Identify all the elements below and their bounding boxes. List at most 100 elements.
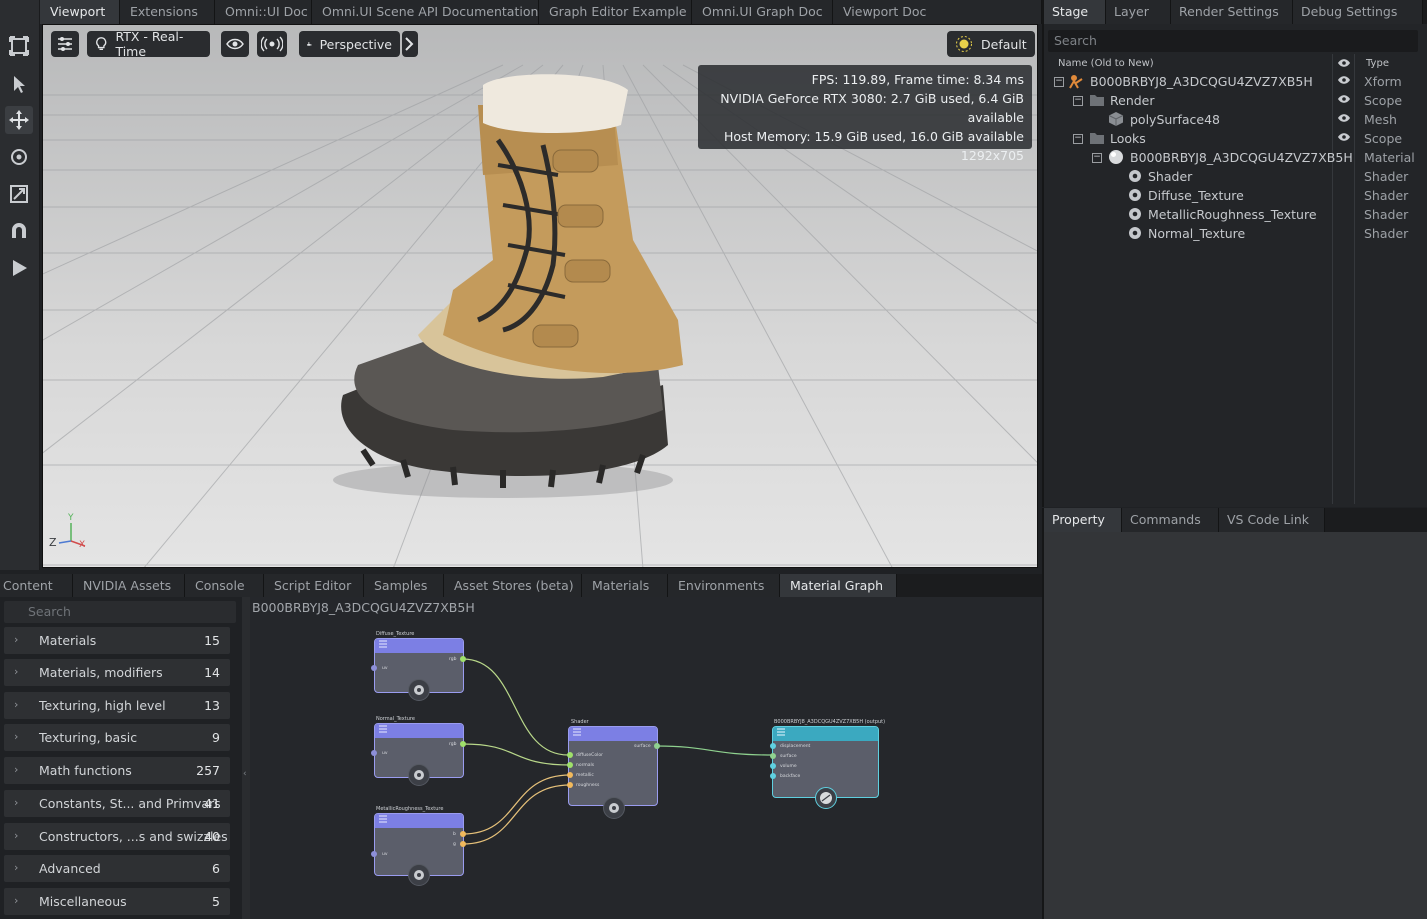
stage-name-column-header[interactable]: Name (Old to New) [1058, 58, 1154, 69]
tab-samples[interactable]: Samples [364, 574, 444, 598]
stage-type-column-header[interactable]: Type [1366, 58, 1389, 69]
library-category[interactable]: › Constants, St... and Primvars 41 [4, 790, 230, 817]
chevron-right-icon: › [14, 633, 19, 646]
library-category[interactable]: › Texturing, high level 13 [4, 692, 230, 719]
tab-graph-editor-example[interactable]: Graph Editor Example [539, 0, 692, 24]
visibility-column-eye-icon[interactable] [1337, 58, 1351, 68]
gear-icon [414, 870, 424, 880]
chevron-right-icon: › [14, 861, 19, 874]
viewport[interactable]: RTX - Real-Time Perspective Default FPS:… [42, 24, 1038, 568]
node-settings-button[interactable] [408, 679, 430, 701]
viewport-settings-button[interactable] [51, 31, 79, 57]
stage-row-name: Render [1110, 93, 1155, 108]
tab-render-settings[interactable]: Render Settings [1171, 0, 1293, 24]
input-port[interactable] [371, 851, 377, 857]
tab-commands[interactable]: Commands [1122, 508, 1219, 532]
collapse-toggle[interactable]: − [1073, 96, 1083, 106]
stage-row[interactable]: − Looks Scope [1044, 129, 1426, 148]
stage-row[interactable]: − Render Scope [1044, 91, 1426, 110]
output-port[interactable] [460, 841, 466, 847]
eye-icon[interactable] [1337, 113, 1351, 123]
chevron-left-icon[interactable]: ‹ [243, 769, 247, 779]
input-port[interactable] [770, 753, 776, 759]
stage-search-input[interactable]: Search [1048, 30, 1418, 52]
collapse-toggle[interactable]: − [1092, 153, 1102, 163]
rotate-icon[interactable] [5, 143, 33, 171]
output-port[interactable] [460, 741, 466, 747]
tab-materials[interactable]: Materials [582, 574, 668, 598]
tab-script-editor[interactable]: Script Editor [264, 574, 364, 598]
broadcast-button[interactable] [257, 31, 287, 57]
node-title: MetallicRoughness_Texture [376, 806, 444, 812]
tab-console[interactable]: Console [185, 574, 264, 598]
input-port[interactable] [770, 773, 776, 779]
output-port[interactable] [654, 743, 660, 749]
tab-viewport[interactable]: Viewport [40, 0, 120, 24]
node-title: B000BRBYJ8_A3DCQGU4ZVZ7XB5H (output) [774, 719, 886, 725]
node-settings-button[interactable] [408, 764, 430, 786]
input-port[interactable] [567, 772, 573, 778]
input-port[interactable] [770, 763, 776, 769]
library-category[interactable]: › Constructors, ...s and swizzles 40 [4, 823, 230, 850]
collapse-toggle[interactable]: − [1054, 77, 1064, 87]
scale-icon[interactable] [5, 180, 33, 208]
camera-button[interactable]: Perspective [299, 31, 400, 57]
tab-nvidia-assets[interactable]: NVIDIA Assets [73, 574, 185, 598]
eye-icon[interactable] [1337, 132, 1351, 142]
tab-content[interactable]: Content [0, 574, 73, 598]
material-preview-button[interactable] [815, 787, 837, 809]
tab-viewport-doc[interactable]: Viewport Doc [833, 0, 1042, 24]
collapse-toggle[interactable]: − [1073, 134, 1083, 144]
tab-property[interactable]: Property [1044, 508, 1122, 532]
input-port[interactable] [371, 750, 377, 756]
eye-icon[interactable] [1337, 75, 1351, 85]
node-settings-button[interactable] [408, 864, 430, 886]
input-port[interactable] [567, 762, 573, 768]
move-icon[interactable] [5, 106, 33, 134]
stage-row[interactable]: − B000BRBYJ8_A3DCQGU4ZVZ7XB5H Xform [1044, 72, 1426, 91]
tab-asset-stores[interactable]: Asset Stores (beta) [444, 574, 582, 598]
output-port[interactable] [460, 656, 466, 662]
material-graph-canvas[interactable]: B000BRBYJ8_A3DCQGU4ZVZ7XB5H Diffuse_Text… [250, 597, 1042, 919]
library-category[interactable]: › Materials, modifiers 14 [4, 659, 230, 686]
play-icon[interactable] [5, 254, 33, 282]
tab-stage[interactable]: Stage [1044, 0, 1106, 24]
tab-debug-settings[interactable]: Debug Settings [1293, 0, 1423, 24]
stage-row[interactable]: polySurface48 Mesh [1044, 110, 1426, 129]
library-category[interactable]: › Advanced 6 [4, 855, 230, 882]
library-category[interactable]: › Texturing, basic 9 [4, 724, 230, 751]
lighting-button[interactable]: Default [947, 31, 1035, 57]
eye-icon[interactable] [1337, 94, 1351, 104]
library-search-input[interactable]: Search [4, 601, 236, 623]
renderer-button[interactable]: RTX - Real-Time [87, 29, 210, 59]
library-category[interactable]: › Miscellaneous 5 [4, 888, 230, 915]
input-port[interactable] [770, 743, 776, 749]
tab-layer[interactable]: Layer [1106, 0, 1171, 24]
expand-toolbar-button[interactable] [402, 31, 418, 57]
snap-magnet-icon[interactable] [5, 217, 33, 245]
stage-row[interactable]: Normal_Texture Shader [1044, 224, 1426, 243]
tab-scene-api-doc[interactable]: Omni.UI Scene API Documentation [312, 0, 539, 24]
tab-omni-ui-doc[interactable]: Omni::UI Doc [215, 0, 312, 24]
lighting-label: Default [981, 36, 1027, 52]
select-mode-icon[interactable] [5, 32, 33, 60]
tab-extensions[interactable]: Extensions [120, 0, 215, 24]
input-port[interactable] [371, 665, 377, 671]
stage-row[interactable]: MetallicRoughness_Texture Shader [1044, 205, 1426, 224]
tab-environments[interactable]: Environments [668, 574, 780, 598]
stage-row[interactable]: Diffuse_Texture Shader [1044, 186, 1426, 205]
tab-material-graph[interactable]: Material Graph [780, 574, 897, 598]
panel-splitter[interactable]: ‹ [242, 597, 250, 919]
tab-vs-code-link[interactable]: VS Code Link [1219, 508, 1325, 532]
input-port[interactable] [567, 782, 573, 788]
visibility-button[interactable] [221, 31, 249, 57]
library-category[interactable]: › Math functions 257 [4, 757, 230, 784]
stage-row[interactable]: Shader Shader [1044, 167, 1426, 186]
tab-graph-doc[interactable]: Omni.UI Graph Doc [692, 0, 833, 24]
output-port[interactable] [460, 831, 466, 837]
pointer-icon[interactable] [5, 70, 33, 98]
node-settings-button[interactable] [603, 797, 625, 819]
library-category[interactable]: › Materials 15 [4, 627, 230, 654]
input-port[interactable] [567, 752, 573, 758]
stage-row[interactable]: − B000BRBYJ8_A3DCQGU4ZVZ7XB5H Material [1044, 148, 1426, 167]
